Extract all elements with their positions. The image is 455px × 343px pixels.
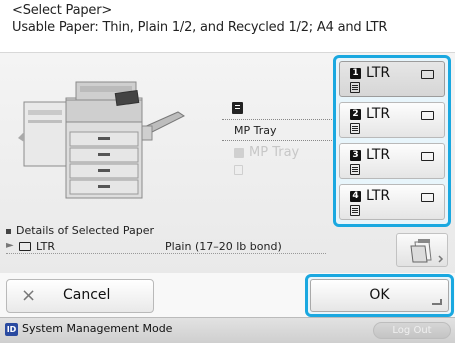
paper-type-icon xyxy=(350,123,360,134)
cancel-label: Cancel xyxy=(63,287,111,303)
divider xyxy=(222,140,332,141)
details-title: Details of Selected Paper xyxy=(6,224,154,237)
drawer-number-icon: 1 xyxy=(350,68,361,79)
tray-list-icon xyxy=(232,102,243,114)
mp-tray-label: MP Tray xyxy=(234,124,277,137)
close-icon: × xyxy=(21,285,37,306)
paper-orientation-icon xyxy=(421,111,434,120)
selected-paper-type: Plain (17–20 lb bond) xyxy=(165,240,282,253)
selected-paper-size: LTR xyxy=(36,240,55,253)
paper-type-icon xyxy=(350,164,360,175)
page-title: <Select Paper> xyxy=(12,3,113,18)
paper-type-icon xyxy=(350,82,360,93)
drawer-1-button[interactable]: 1 LTR xyxy=(339,61,445,97)
paper-settings-button[interactable] xyxy=(396,233,448,267)
paper-orientation-icon xyxy=(421,70,434,79)
logout-button[interactable]: Log Out xyxy=(373,322,451,339)
paper-settings-icon xyxy=(410,239,444,263)
paper-drawer-group: 1 LTR 2 LTR 3 LTR 4 LTR xyxy=(333,55,451,227)
drawer-4-button[interactable]: 4 LTR xyxy=(339,184,445,220)
drawer-size-label: LTR xyxy=(366,147,391,163)
logout-label: Log Out xyxy=(392,325,432,336)
drawer-size-label: LTR xyxy=(366,65,391,81)
mp-tray-button-label: MP Tray xyxy=(249,145,300,160)
drawer-3-button[interactable]: 3 LTR xyxy=(339,143,445,179)
ok-highlight: OK xyxy=(305,274,454,317)
ok-button[interactable]: OK xyxy=(310,279,449,312)
header: <Select Paper> Usable Paper: Thin, Plain… xyxy=(0,0,455,52)
paper-orientation-icon xyxy=(421,193,434,202)
drawer-size-label: LTR xyxy=(366,188,391,204)
paper-icon xyxy=(19,242,31,251)
arrow-right-icon: ► xyxy=(6,240,14,251)
status-bar: ID System Management Mode Log Out xyxy=(0,317,455,343)
system-mode-text: System Management Mode xyxy=(22,322,173,335)
drawer-number-icon: 2 xyxy=(350,109,361,120)
corner-arrow-icon xyxy=(432,299,442,305)
cancel-button[interactable]: × Cancel xyxy=(6,279,154,313)
ok-label: OK xyxy=(369,287,390,303)
drawer-number-icon: 3 xyxy=(350,150,361,161)
tray-icon xyxy=(234,148,244,158)
mp-tray-button[interactable]: MP Tray xyxy=(232,145,328,182)
divider xyxy=(6,253,326,254)
printer-illustration xyxy=(18,81,185,199)
drawer-number-icon: 4 xyxy=(350,191,361,202)
drawer-size-label: LTR xyxy=(366,106,391,122)
drawer-2-button[interactable]: 2 LTR xyxy=(339,102,445,138)
usable-paper-info: Usable Paper: Thin, Plain 1/2, and Recyc… xyxy=(12,20,388,35)
id-icon: ID xyxy=(5,323,18,336)
paper-type-icon xyxy=(350,205,360,216)
divider xyxy=(222,119,332,120)
paper-orientation-icon xyxy=(421,152,434,161)
paper-type-icon xyxy=(234,165,243,175)
